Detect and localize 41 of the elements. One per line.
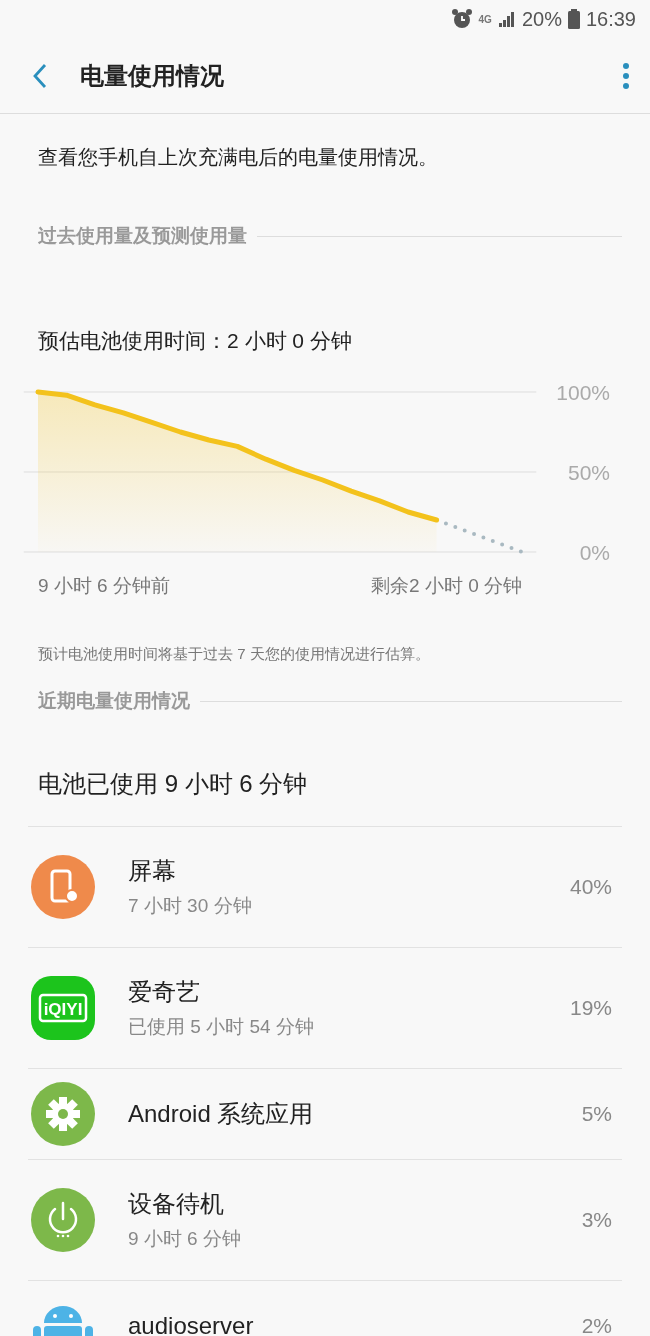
item-name: 爱奇艺 bbox=[128, 977, 201, 1007]
battery-icon bbox=[567, 9, 580, 29]
item-name: Android 系统应用 bbox=[128, 1099, 315, 1129]
screen-brightness-icon bbox=[30, 854, 96, 920]
signal-icon bbox=[497, 10, 516, 28]
usage-list-item[interactable]: 屏幕 7 小时 30 分钟 40% bbox=[28, 827, 622, 948]
axis-label: 0% bbox=[579, 541, 610, 564]
axis-label: 剩余2 小时 0 分钟 bbox=[371, 574, 522, 598]
app-logo-icon: iQIYI bbox=[30, 975, 96, 1041]
axis-label: 9 小时 6 分钟前 bbox=[38, 574, 170, 598]
item-percent: 2% bbox=[581, 1314, 612, 1336]
settings-icon bbox=[30, 1081, 96, 1147]
item-percent: 5% bbox=[581, 1102, 612, 1126]
estimate-text: 预估电池使用时间：2 小时 0 分钟 bbox=[38, 328, 353, 354]
battery-percent: 20% bbox=[521, 7, 562, 31]
item-percent: 40% bbox=[569, 875, 612, 899]
power-icon bbox=[30, 1187, 96, 1253]
axis-label: 100% bbox=[556, 381, 610, 404]
usage-list-item[interactable]: iQIYI 爱奇艺 已使用 5 小时 54 分钟 19% bbox=[28, 948, 622, 1069]
clock: 16:39 bbox=[585, 7, 636, 31]
section-heading: 近期电量使用情况 bbox=[38, 689, 190, 713]
usage-list-item[interactable]: audioserver 2% bbox=[28, 1281, 622, 1336]
network-type: 4G bbox=[478, 13, 492, 25]
item-name: 设备待机 bbox=[128, 1189, 225, 1219]
description-text: 查看您手机自上次充满电后的电量使用情况。 bbox=[37, 145, 439, 170]
item-name: 屏幕 bbox=[128, 856, 177, 886]
item-detail: 已使用 5 小时 54 分钟 bbox=[128, 1015, 315, 1039]
axis-label: 50% bbox=[567, 461, 610, 484]
usage-list-item[interactable]: Android 系统应用 5% bbox=[28, 1069, 622, 1160]
usage-list-item[interactable]: 设备待机 9 小时 6 分钟 3% bbox=[28, 1160, 622, 1281]
item-percent: 3% bbox=[581, 1208, 612, 1232]
note-text: 预计电池使用时间将基于过去 7 天您的使用情况进行估算。 bbox=[38, 645, 431, 664]
page-title: 电量使用情况 bbox=[80, 60, 225, 91]
total-usage-text: 电池已使用 9 小时 6 分钟 bbox=[38, 769, 309, 799]
item-detail: 9 小时 6 分钟 bbox=[128, 1227, 242, 1251]
alarm-icon bbox=[450, 8, 473, 30]
item-detail: 7 小时 30 分钟 bbox=[128, 894, 253, 918]
section-heading: 过去使用量及预测使用量 bbox=[38, 224, 247, 248]
item-percent: 19% bbox=[569, 996, 612, 1020]
item-name: audioserver bbox=[128, 1312, 255, 1336]
more-options-icon[interactable] bbox=[622, 61, 630, 90]
